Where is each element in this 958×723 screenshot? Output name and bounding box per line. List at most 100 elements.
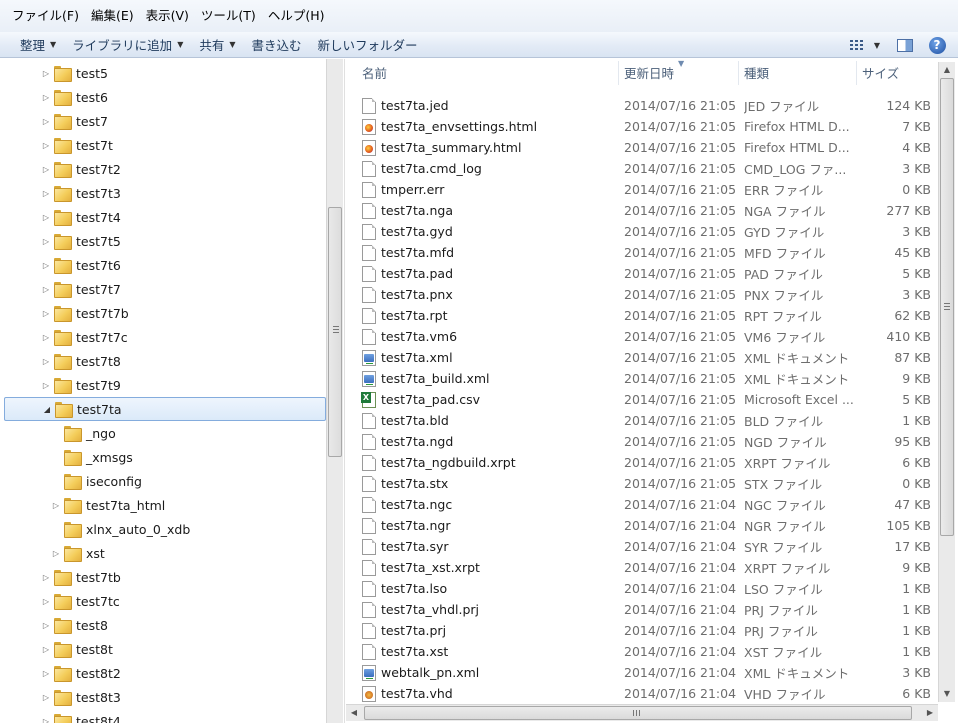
file-row[interactable]: test7ta_build.xml 2014/07/16 21:05 XML ドキュ… — [362, 368, 937, 389]
file-row[interactable]: test7ta.ngd 2014/07/16 21:05 NGD ファイル 95 KB — [362, 431, 937, 452]
tree-item[interactable]: ▷ test7tb — [0, 565, 322, 589]
expand-arrow-icon[interactable]: ▷ — [40, 381, 52, 390]
file-row[interactable]: test7ta.gyd 2014/07/16 21:05 GYD ファイル 3 KB — [362, 221, 937, 242]
tree-item[interactable]: ▷ test5 — [0, 61, 322, 85]
tree-item[interactable]: ▷ test7t7 — [0, 277, 322, 301]
tree-item[interactable]: ▷ test7t8 — [0, 349, 322, 373]
file-row[interactable]: test7ta_ngdbuild.xrpt 2014/07/16 21:05 XRP… — [362, 452, 937, 473]
tree-item[interactable]: iseconfig — [0, 469, 322, 493]
file-row[interactable]: test7ta.cmd_log 2014/07/16 21:05 CMD_LOG フ… — [362, 158, 937, 179]
file-row[interactable]: webtalk_pn.xml 2014/07/16 21:04 XML ドキュメント… — [362, 662, 937, 683]
file-row[interactable]: test7ta_summary.html 2014/07/16 21:05 Fire… — [362, 137, 937, 158]
new-folder-button[interactable]: 新しいフォルダー — [310, 34, 426, 56]
column-divider[interactable] — [856, 61, 857, 85]
file-row[interactable]: test7ta_vhdl.prj 2014/07/16 21:04 PRJ ファイル… — [362, 599, 937, 620]
file-row[interactable]: test7ta_pad.csv 2014/07/16 21:05 Microsoft… — [361, 389, 937, 410]
collapse-arrow-icon[interactable]: ◢ — [41, 405, 53, 414]
expand-arrow-icon[interactable]: ▷ — [40, 237, 52, 246]
tree-item[interactable]: ▷ xst — [0, 541, 322, 565]
file-row[interactable]: test7ta.syr 2014/07/16 21:04 SYR ファイル 17 KB — [362, 536, 937, 557]
tree-item[interactable]: ▷ test7t9 — [0, 373, 322, 397]
view-options-button[interactable]: ▼ — [870, 34, 884, 56]
column-size[interactable]: サイズ — [858, 59, 938, 87]
menu-edit[interactable]: 編集(E) — [85, 5, 140, 27]
expand-arrow-icon[interactable]: ▷ — [40, 357, 52, 366]
navigation-scrollbar[interactable] — [326, 59, 343, 723]
file-row[interactable]: test7ta.pnx 2014/07/16 21:05 PNX ファイル 3 KB — [362, 284, 937, 305]
expand-arrow-icon[interactable]: ▷ — [40, 669, 52, 678]
organize-button[interactable]: 整理 ▼ — [12, 34, 64, 56]
tree-item[interactable]: xlnx_auto_0_xdb — [0, 517, 322, 541]
menu-tools[interactable]: ツール(T) — [195, 5, 262, 27]
tree-item[interactable]: ▷ test7t3 — [0, 181, 322, 205]
expand-arrow-icon[interactable]: ▷ — [40, 573, 52, 582]
tree-item[interactable]: ▷ test7t4 — [0, 205, 322, 229]
column-divider[interactable] — [618, 61, 619, 85]
expand-arrow-icon[interactable]: ▷ — [40, 141, 52, 150]
menu-file[interactable]: ファイル(F) — [6, 5, 85, 27]
file-list-vertical-thumb[interactable] — [940, 78, 954, 536]
navigation-scrollbar-thumb[interactable] — [328, 207, 342, 457]
share-button[interactable]: 共有 ▼ — [191, 34, 243, 56]
column-divider[interactable] — [738, 61, 739, 85]
tree-item[interactable]: ▷ test8t4 — [0, 709, 322, 723]
tree-item[interactable]: _xmsgs — [0, 445, 322, 469]
expand-arrow-icon[interactable]: ▷ — [40, 717, 52, 723]
tree-item[interactable]: ▷ test8t3 — [0, 685, 322, 709]
burn-button[interactable]: 書き込む — [244, 34, 310, 56]
tree-item[interactable]: ▷ test7tc — [0, 589, 322, 613]
file-list-horizontal-scrollbar[interactable]: ◀ ▶ — [346, 704, 938, 721]
file-row[interactable]: test7ta.ngr 2014/07/16 21:04 NGR ファイル 105 K… — [362, 515, 937, 536]
file-row[interactable]: tmperr.err 2014/07/16 21:05 ERR ファイル 0 KB — [362, 179, 937, 200]
expand-arrow-icon[interactable]: ▷ — [40, 213, 52, 222]
tree-item[interactable]: ▷ test8t — [0, 637, 322, 661]
expand-arrow-icon[interactable]: ▷ — [40, 261, 52, 270]
file-list-vertical-scrollbar[interactable]: ▲ ▼ — [938, 62, 955, 702]
column-date[interactable]: 更新日時 — [620, 59, 738, 87]
tree-item[interactable]: _ngo — [0, 421, 322, 445]
help-button[interactable]: ? — [924, 34, 950, 56]
file-row[interactable]: test7ta.pad 2014/07/16 21:05 PAD ファイル 5 KB — [362, 263, 937, 284]
expand-arrow-icon[interactable]: ▷ — [40, 189, 52, 198]
tree-item[interactable]: ▷ test7t6 — [0, 253, 322, 277]
scroll-down-arrow-icon[interactable]: ▼ — [939, 686, 955, 702]
file-row[interactable]: test7ta_envsettings.html 2014/07/16 21:05… — [362, 116, 937, 137]
scroll-left-arrow-icon[interactable]: ◀ — [346, 705, 362, 721]
file-row[interactable]: test7ta.prj 2014/07/16 21:04 PRJ ファイル 1 KB — [362, 620, 937, 641]
file-row[interactable]: test7ta.xml 2014/07/16 21:05 XML ドキュメント 87 … — [362, 347, 937, 368]
expand-arrow-icon[interactable]: ▷ — [40, 117, 52, 126]
tree-item[interactable]: ▷ test7t7c — [0, 325, 322, 349]
file-row[interactable]: test7ta.xst 2014/07/16 21:04 XST ファイル 1 KB — [362, 641, 937, 662]
tree-item[interactable]: ▷ test7t7b — [0, 301, 322, 325]
file-list-horizontal-thumb[interactable] — [364, 706, 912, 720]
file-row[interactable]: test7ta.stx 2014/07/16 21:05 STX ファイル 0 KB — [362, 473, 937, 494]
file-row[interactable]: test7ta.ngc 2014/07/16 21:04 NGC ファイル 47 KB — [362, 494, 937, 515]
menu-view[interactable]: 表示(V) — [140, 5, 195, 27]
expand-arrow-icon[interactable]: ▷ — [50, 549, 62, 558]
tree-item[interactable]: ▷ test8t2 — [0, 661, 322, 685]
file-row[interactable]: test7ta.rpt 2014/07/16 21:05 RPT ファイル 62 KB — [362, 305, 937, 326]
expand-arrow-icon[interactable]: ▷ — [40, 69, 52, 78]
add-to-library-button[interactable]: ライブラリに追加 ▼ — [64, 34, 191, 56]
tree-item[interactable]: ▷ test8 — [0, 613, 322, 637]
tree-item[interactable]: ▷ test7t — [0, 133, 322, 157]
file-row[interactable]: test7ta.lso 2014/07/16 21:04 LSO ファイル 1 KB — [362, 578, 937, 599]
expand-arrow-icon[interactable]: ▷ — [40, 309, 52, 318]
expand-arrow-icon[interactable]: ▷ — [40, 693, 52, 702]
expand-arrow-icon[interactable]: ▷ — [40, 597, 52, 606]
tree-item[interactable]: ▷ test7t5 — [0, 229, 322, 253]
expand-arrow-icon[interactable]: ▷ — [50, 501, 62, 510]
column-name[interactable]: 名前 — [358, 59, 616, 87]
expand-arrow-icon[interactable]: ▷ — [40, 285, 52, 294]
tree-item[interactable]: ▷ test7ta_html — [0, 493, 322, 517]
scroll-right-arrow-icon[interactable]: ▶ — [922, 705, 938, 721]
menu-help[interactable]: ヘルプ(H) — [262, 5, 331, 27]
file-row[interactable]: test7ta.vm6 2014/07/16 21:05 VM6 ファイル 410 K… — [362, 326, 937, 347]
expand-arrow-icon[interactable]: ▷ — [40, 165, 52, 174]
expand-arrow-icon[interactable]: ▷ — [40, 621, 52, 630]
file-row[interactable]: test7ta.nga 2014/07/16 21:05 NGA ファイル 277 K… — [362, 200, 937, 221]
file-row[interactable]: test7ta_xst.xrpt 2014/07/16 21:04 XRPT ファイ… — [362, 557, 937, 578]
expand-arrow-icon[interactable]: ▷ — [40, 333, 52, 342]
expand-arrow-icon[interactable]: ▷ — [40, 93, 52, 102]
file-row[interactable]: test7ta.mfd 2014/07/16 21:05 MFD ファイル 45 KB — [362, 242, 937, 263]
